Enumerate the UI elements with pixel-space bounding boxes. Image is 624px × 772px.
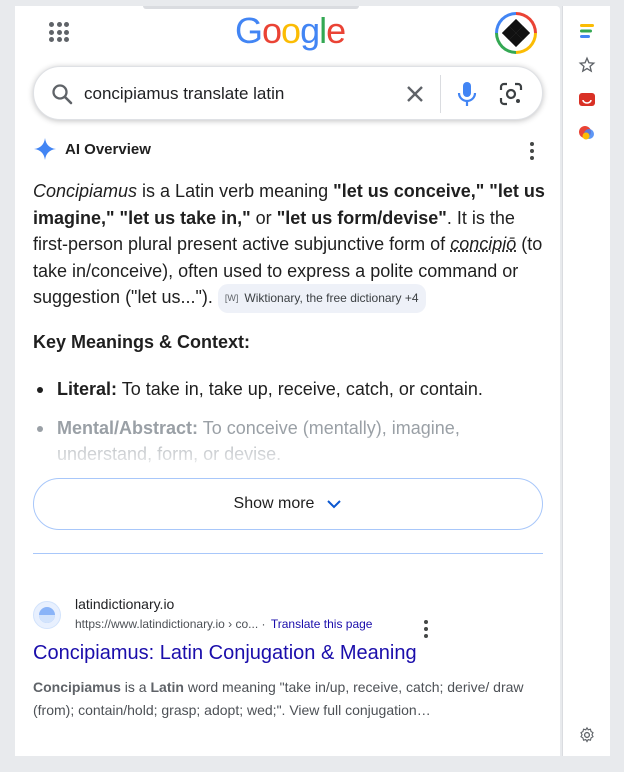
account-pattern-icon [502, 19, 530, 47]
bullet-text: To take in, take up, receive, catch, or … [117, 379, 483, 399]
list-item: Literal: To take in, take up, receive, c… [33, 376, 545, 403]
clear-icon[interactable] [402, 81, 428, 107]
apps-grid-icon[interactable] [47, 20, 71, 44]
site-favicon[interactable] [33, 601, 61, 629]
red-extension-icon[interactable] [576, 88, 598, 110]
search-input[interactable] [84, 81, 384, 107]
meaning-bold: "let us form/devise" [276, 207, 447, 228]
search-divider [440, 75, 441, 113]
logo-letter: o [281, 10, 301, 51]
snippet-bold: Concipiamus [33, 679, 121, 695]
result-url[interactable]: https://www.latindictionary.io › co... ·… [75, 617, 372, 631]
ai-sparkle-icon [34, 138, 56, 160]
logo-letter: e [326, 10, 346, 51]
microphone-icon[interactable] [456, 80, 478, 108]
source-chip[interactable]: [W] Wiktionary, the free dictionary +4 [217, 284, 426, 313]
source-chip-label: Wiktionary, the free dictionary +4 [244, 291, 419, 305]
logo-letter: l [319, 10, 327, 51]
ai-overview-header: AI Overview [33, 136, 151, 162]
google-logo[interactable]: Google [235, 10, 346, 52]
star-icon[interactable] [576, 54, 598, 76]
show-more-button[interactable]: Show more [33, 478, 543, 530]
logo-letter: G [235, 10, 263, 51]
result-site-name[interactable]: latindictionary.io [75, 596, 174, 612]
result-title-link[interactable]: Concipiamus: Latin Conjugation & Meaning [33, 642, 417, 665]
term-word: Concipiamus [33, 181, 138, 201]
window-grip [143, 6, 359, 9]
text-run: is a Latin verb meaning [137, 181, 334, 201]
translate-page-link[interactable]: Translate this page [271, 617, 373, 631]
result-more-icon[interactable] [417, 618, 435, 638]
result-url-text[interactable]: https://www.latindictionary.io › co... [75, 617, 258, 631]
chevron-down-icon [327, 500, 342, 509]
colorful-extension-icon[interactable] [576, 122, 598, 144]
ai-overview-text: Concipiamus is a Latin verb meaning "let… [33, 178, 545, 313]
result-snippet: Concipiamus is a Latin word meaning "tak… [33, 676, 543, 722]
lens-camera-icon[interactable] [498, 81, 524, 107]
latindictionary-logo-icon [39, 607, 55, 623]
section-divider [33, 553, 543, 554]
more-options-icon[interactable] [523, 140, 541, 160]
snippet-bold: Latin [150, 679, 184, 695]
fade-overlay [15, 436, 560, 470]
snippet-text: is a [120, 679, 151, 695]
ai-overview-title: AI Overview [65, 140, 151, 158]
tasks-app-icon[interactable] [576, 20, 598, 42]
show-more-label: Show more [233, 495, 315, 512]
concipio-link[interactable]: concipiō [450, 234, 516, 254]
settings-gear-icon[interactable] [576, 724, 598, 746]
search-box[interactable] [33, 66, 543, 120]
browser-window: Google concipiamus translate latin AI Ov… [15, 6, 560, 756]
avatar[interactable] [495, 12, 537, 54]
search-icon[interactable] [50, 82, 74, 106]
logo-letter: o [262, 10, 282, 51]
bullet-label: Mental/Abstract: [57, 417, 199, 438]
key-meanings-heading: Key Meanings & Context: [33, 332, 251, 352]
wiktionary-icon: [W] [224, 293, 239, 303]
logo-letter: g [300, 10, 320, 51]
text-run: or [250, 207, 277, 228]
bullet-label: Literal: [57, 379, 118, 399]
browser-side-panel [562, 6, 610, 756]
